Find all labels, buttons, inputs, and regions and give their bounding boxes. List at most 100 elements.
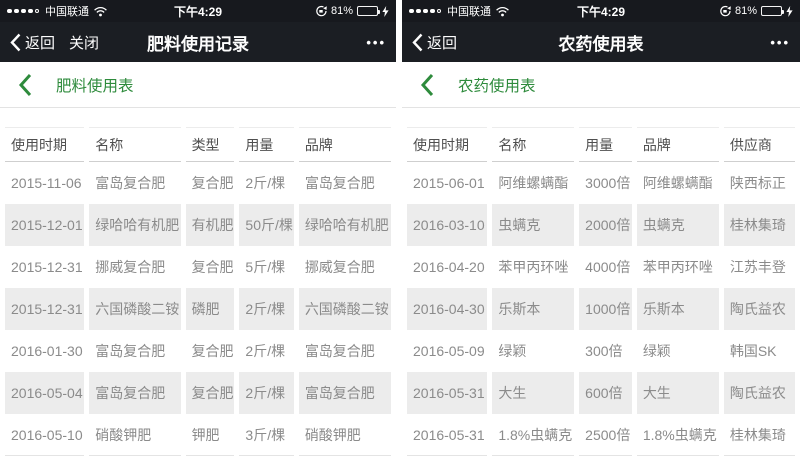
table-row: 2015-12-01绿哈哈有机肥有机肥50斤/棵绿哈哈有机肥 xyxy=(5,204,391,246)
table-cell: 韩国SK xyxy=(724,330,795,372)
table-cell: 2016-03-10 xyxy=(407,204,487,246)
table-cell: 2斤/棵 xyxy=(239,162,293,204)
table-row: 2016-05-09绿颖300倍绿颖韩国SK xyxy=(407,330,795,372)
back-button[interactable]: 返回 关闭 xyxy=(10,32,99,53)
section-title: 肥料使用表 xyxy=(56,74,134,96)
table-cell: 桂林集琦 xyxy=(724,204,795,246)
table-cell: 2015-06-01 xyxy=(407,162,487,204)
stage: 中国联通 下午4:29 81% xyxy=(0,0,800,460)
column-header: 名称 xyxy=(492,127,574,162)
table-row: 2016-01-30富岛复合肥复合肥2斤/棵富岛复合肥 xyxy=(5,330,391,372)
table-cell: 50斤/棵 xyxy=(239,204,293,246)
table-cell: 磷肥 xyxy=(186,288,235,330)
column-header: 名称 xyxy=(89,127,180,162)
table-cell: 六国磷酸二铵 xyxy=(89,288,180,330)
table-cell: 300倍 xyxy=(579,330,632,372)
table-cell: 乐斯本 xyxy=(637,288,719,330)
table-cell: 大生 xyxy=(492,372,574,414)
table-cell: 乐斯本 xyxy=(492,288,574,330)
column-header: 使用时期 xyxy=(5,127,84,162)
table-cell: 2016-05-31 xyxy=(407,372,487,414)
table-cell: 2016-04-30 xyxy=(407,288,487,330)
table-cell: 1.8%虫螨克 xyxy=(492,414,574,456)
table-cell: 4000倍 xyxy=(579,246,632,288)
table-cell: 陶氏益农 xyxy=(724,372,795,414)
status-time: 下午4:29 xyxy=(0,3,396,20)
back-chevron-icon xyxy=(10,33,21,52)
nav-bar: 返回 关闭 肥料使用记录 ••• xyxy=(0,22,396,62)
back-button-label: 返回 xyxy=(427,32,457,53)
table-cell: 复合肥 xyxy=(186,162,235,204)
back-button-label: 返回 xyxy=(25,32,55,53)
nav-bar: 返回 农药使用表 ••• xyxy=(402,22,800,62)
table-cell: 硝酸钾肥 xyxy=(299,414,391,456)
section-title: 农药使用表 xyxy=(458,74,536,96)
table-cell: 阿维螺螨酯 xyxy=(492,162,574,204)
table-cell: 富岛复合肥 xyxy=(299,162,391,204)
table-cell: 绿颖 xyxy=(637,330,719,372)
fertilizer-table: 使用时期名称类型用量品牌 2015-11-06富岛复合肥复合肥2斤/棵富岛复合肥… xyxy=(0,127,396,456)
table-cell: 苯甲丙环唑 xyxy=(492,246,574,288)
table-row: 2016-05-311.8%虫螨克2500倍1.8%虫螨克桂林集琦 xyxy=(407,414,795,456)
table-cell: 1.8%虫螨克 xyxy=(637,414,719,456)
table-cell: 大生 xyxy=(637,372,719,414)
table-cell: 5斤/棵 xyxy=(239,246,293,288)
table-cell: 2斤/棵 xyxy=(239,372,293,414)
column-header: 供应商 xyxy=(724,127,795,162)
section-back-icon[interactable] xyxy=(18,73,32,97)
table-cell: 2500倍 xyxy=(579,414,632,456)
section-back-icon[interactable] xyxy=(420,73,434,97)
column-header: 品牌 xyxy=(299,127,391,162)
phone-screen-fertilizer: 中国联通 下午4:29 81% xyxy=(0,0,396,460)
table-cell: 2015-12-01 xyxy=(5,204,84,246)
table-row: 2015-11-06富岛复合肥复合肥2斤/棵富岛复合肥 xyxy=(5,162,391,204)
table-cell: 虫螨克 xyxy=(637,204,719,246)
table-cell: 硝酸钾肥 xyxy=(89,414,180,456)
table-cell: 600倍 xyxy=(579,372,632,414)
table-cell: 苯甲丙环唑 xyxy=(637,246,719,288)
table-cell: 复合肥 xyxy=(186,330,235,372)
table-cell: 2000倍 xyxy=(579,204,632,246)
table-cell: 桂林集琦 xyxy=(724,414,795,456)
table-row: 2015-06-01阿维螺螨酯3000倍阿维螺螨酯陕西标正 xyxy=(407,162,795,204)
table-cell: 钾肥 xyxy=(186,414,235,456)
table-cell: 富岛复合肥 xyxy=(299,330,391,372)
table-cell: 1000倍 xyxy=(579,288,632,330)
table-cell: 2016-01-30 xyxy=(5,330,84,372)
status-bar: 中国联通 下午4:29 81% xyxy=(0,0,396,22)
table-row: 2016-04-30乐斯本1000倍乐斯本陶氏益农 xyxy=(407,288,795,330)
close-button[interactable]: 关闭 xyxy=(69,32,99,53)
table-row: 2016-04-20苯甲丙环唑4000倍苯甲丙环唑江苏丰登 xyxy=(407,246,795,288)
table-cell: 富岛复合肥 xyxy=(89,330,180,372)
back-button[interactable]: 返回 xyxy=(412,32,457,53)
table-cell: 有机肥 xyxy=(186,204,235,246)
page-title: 农药使用表 xyxy=(402,30,800,55)
table-cell: 2015-12-31 xyxy=(5,288,84,330)
table-cell: 富岛复合肥 xyxy=(89,162,180,204)
table-header-row: 使用时期名称用量品牌供应商 xyxy=(407,127,795,162)
table-row: 2016-05-31大生600倍大生陶氏益农 xyxy=(407,372,795,414)
table-cell: 2斤/棵 xyxy=(239,330,293,372)
table-cell: 绿哈哈有机肥 xyxy=(299,204,391,246)
phone-screen-pesticide: 中国联通 下午4:29 81% xyxy=(402,0,800,460)
pesticide-table: 使用时期名称用量品牌供应商 2015-06-01阿维螺螨酯3000倍阿维螺螨酯陕… xyxy=(402,127,800,456)
table-row: 2016-05-04富岛复合肥复合肥2斤/棵富岛复合肥 xyxy=(5,372,391,414)
more-menu-button[interactable]: ••• xyxy=(770,35,790,50)
column-header: 使用时期 xyxy=(407,127,487,162)
more-menu-button[interactable]: ••• xyxy=(366,35,386,50)
table-row: 2015-12-31六国磷酸二铵磷肥2斤/棵六国磷酸二铵 xyxy=(5,288,391,330)
table-cell: 复合肥 xyxy=(186,246,235,288)
column-header: 类型 xyxy=(186,127,235,162)
table-header-row: 使用时期名称类型用量品牌 xyxy=(5,127,391,162)
table-cell: 2016-05-10 xyxy=(5,414,84,456)
table-cell: 阿维螺螨酯 xyxy=(637,162,719,204)
table-cell: 江苏丰登 xyxy=(724,246,795,288)
table-cell: 3000倍 xyxy=(579,162,632,204)
table-cell: 绿颖 xyxy=(492,330,574,372)
table-row: 2015-12-31挪威复合肥复合肥5斤/棵挪威复合肥 xyxy=(5,246,391,288)
back-chevron-icon xyxy=(412,33,423,52)
table-cell: 2斤/棵 xyxy=(239,288,293,330)
status-time: 下午4:29 xyxy=(402,3,800,20)
battery-icon xyxy=(357,6,378,16)
column-header: 品牌 xyxy=(637,127,719,162)
